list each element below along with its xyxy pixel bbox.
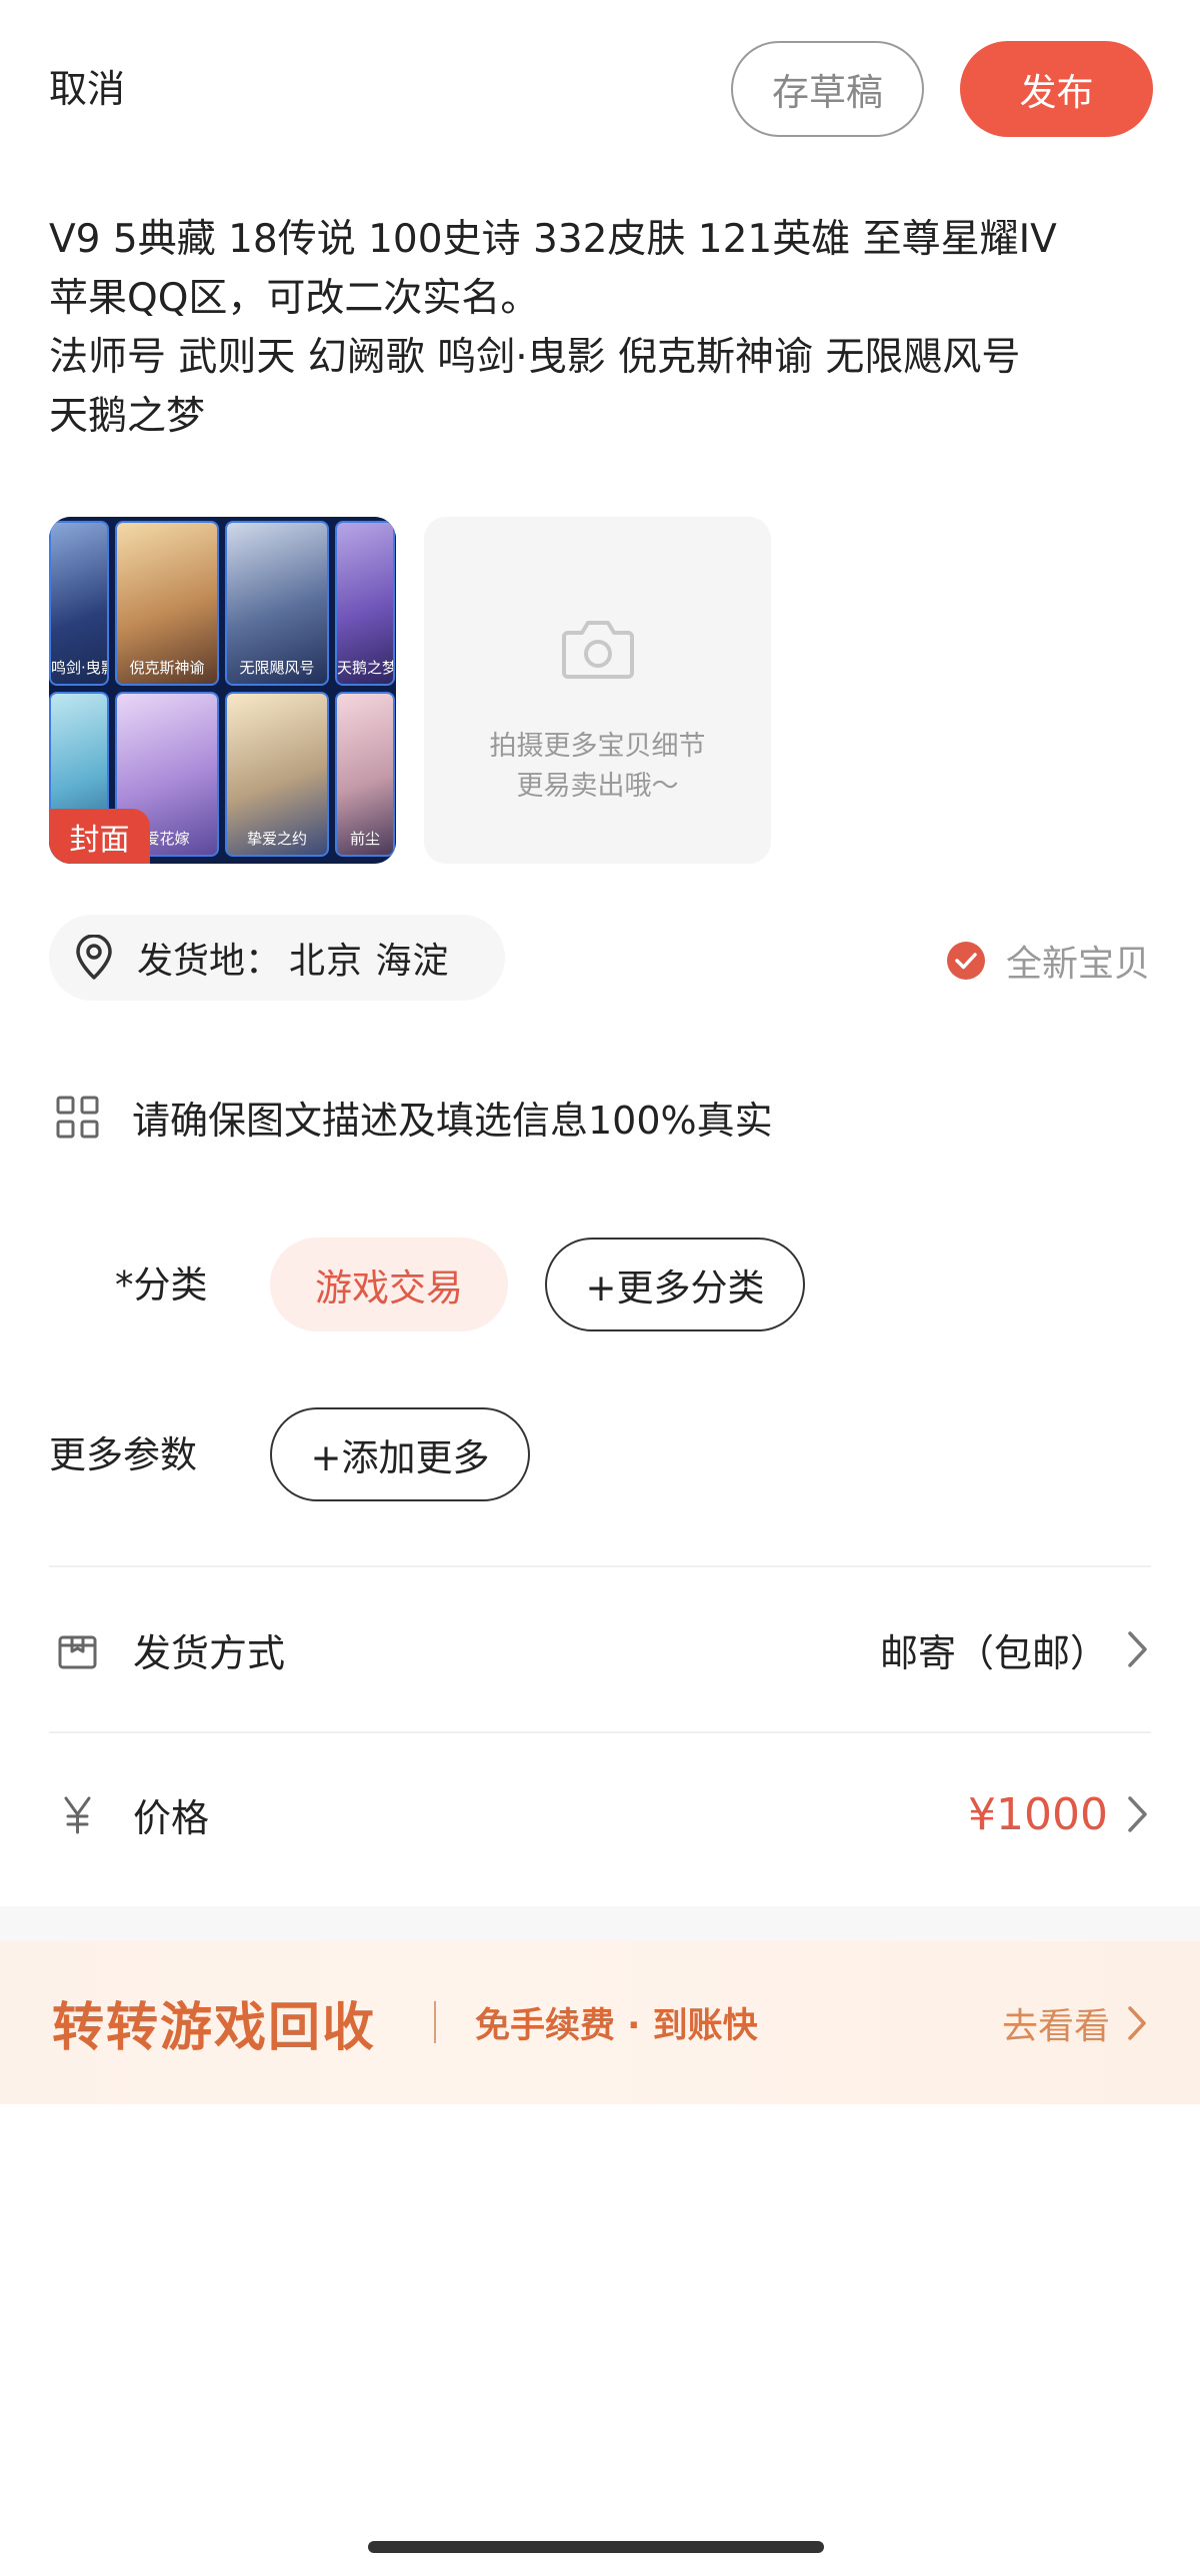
params-label: 更多参数 xyxy=(49,1433,197,1476)
collage-tile: 无限飓风号 xyxy=(225,521,329,686)
params-row: 更多参数 +添加更多 xyxy=(0,1404,1200,1504)
location-label: 发货地： xyxy=(137,941,282,982)
description-text[interactable]: V9 5典藏 18传说 100史诗 332皮肤 121英雄 至尊星耀IV 苹果Q… xyxy=(49,210,1159,446)
authenticity-notice: 请确保图文描述及填选信息100%真实 xyxy=(55,1090,773,1145)
banner-title: 转转游戏回收 xyxy=(52,1998,377,2058)
collage-tile-label: 天鹅之梦 xyxy=(337,659,393,677)
shipping-method-row[interactable]: 发货方式 邮寄（包邮） xyxy=(0,1594,1200,1704)
cancel-button[interactable]: 取消 xyxy=(49,60,125,118)
check-circle-icon xyxy=(946,942,985,980)
collage-tile: 倪克斯神谕 xyxy=(115,521,219,686)
category-chip-selected[interactable]: 游戏交易 xyxy=(270,1238,508,1331)
collage-tile-label: 无限飓风号 xyxy=(239,659,315,677)
cover-tag: 封面 xyxy=(49,809,150,864)
location-value: 北京 海淀 xyxy=(289,941,450,982)
banner-separator xyxy=(434,2001,436,2043)
category-label: *分类 xyxy=(115,1264,208,1306)
package-icon xyxy=(58,1635,97,1668)
banner-subtitle: 免手续费 · 到账快 xyxy=(475,2006,758,2046)
divider xyxy=(49,1565,1151,1567)
collage-tile-label: 倪克斯神谕 xyxy=(129,659,205,677)
collage-tile: 鸣剑·曳影 xyxy=(49,521,109,686)
grid-icon xyxy=(56,1096,99,1139)
collage-tile: 天鹅之梦 xyxy=(335,521,395,686)
collage-tile: 前尘 xyxy=(335,692,395,857)
more-category-button[interactable]: +更多分类 xyxy=(545,1238,805,1331)
divider xyxy=(49,1731,1151,1733)
notice-text: 请确保图文描述及填选信息100%真实 xyxy=(132,1099,773,1143)
price-row[interactable]: 价格 ¥1000 xyxy=(0,1759,1200,1869)
top-bar: 取消 存草稿 发布 xyxy=(0,0,1200,180)
category-row: *分类 游戏交易 +更多分类 xyxy=(0,1235,1200,1334)
add-photo-hint-line1: 拍摄更多宝贝细节 xyxy=(489,731,706,762)
collage-tile-label: 前尘 xyxy=(349,830,380,848)
banner-link[interactable]: 去看看 xyxy=(1002,1997,1110,2049)
collage-tile-label: 鸣剑·曳影 xyxy=(51,659,107,677)
publish-button[interactable]: 发布 xyxy=(960,41,1153,137)
add-photo-hint-line2: 更易卖出哦～ xyxy=(516,771,679,802)
home-indicator[interactable] xyxy=(368,2541,824,2553)
cover-photo[interactable]: 鸣剑·曳影 倪克斯神谕 无限飓风号 天鹅之梦 爱花嫁 挚爱之约 前尘 封面 xyxy=(49,517,396,864)
brand-new-toggle[interactable]: 全新宝贝 xyxy=(946,935,1150,987)
shipping-method-value: 邮寄（包邮） xyxy=(879,1630,1108,1675)
game-recycle-banner[interactable]: 转转游戏回收 免手续费 · 到账快 去看看 xyxy=(0,1941,1200,2104)
section-spacer xyxy=(0,1906,1200,1941)
collage-tile-label: 挚爱之约 xyxy=(246,830,307,848)
price-value: ¥1000 xyxy=(968,1788,1108,1840)
yen-icon xyxy=(64,1796,91,1833)
camera-icon xyxy=(562,621,634,679)
chevron-right-icon xyxy=(1128,1631,1147,1667)
add-photo-button[interactable]: 拍摄更多宝贝细节 更易卖出哦～ xyxy=(424,517,771,864)
chevron-right-icon xyxy=(1128,2005,1146,2040)
collage-tile: 挚爱之约 xyxy=(225,692,329,857)
location-pin-icon xyxy=(76,935,112,980)
save-draft-button[interactable]: 存草稿 xyxy=(731,41,924,137)
chevron-right-icon xyxy=(1128,1796,1147,1832)
brand-new-label: 全新宝贝 xyxy=(1005,944,1150,985)
shipping-method-label: 发货方式 xyxy=(133,1630,286,1675)
add-more-params-button[interactable]: +添加更多 xyxy=(270,1407,530,1501)
ship-from-location[interactable]: 发货地： 北京 海淀 xyxy=(49,915,505,1001)
price-label: 价格 xyxy=(133,1795,210,1840)
add-photo-hint: 拍摄更多宝贝细节 更易卖出哦～ xyxy=(424,727,771,807)
